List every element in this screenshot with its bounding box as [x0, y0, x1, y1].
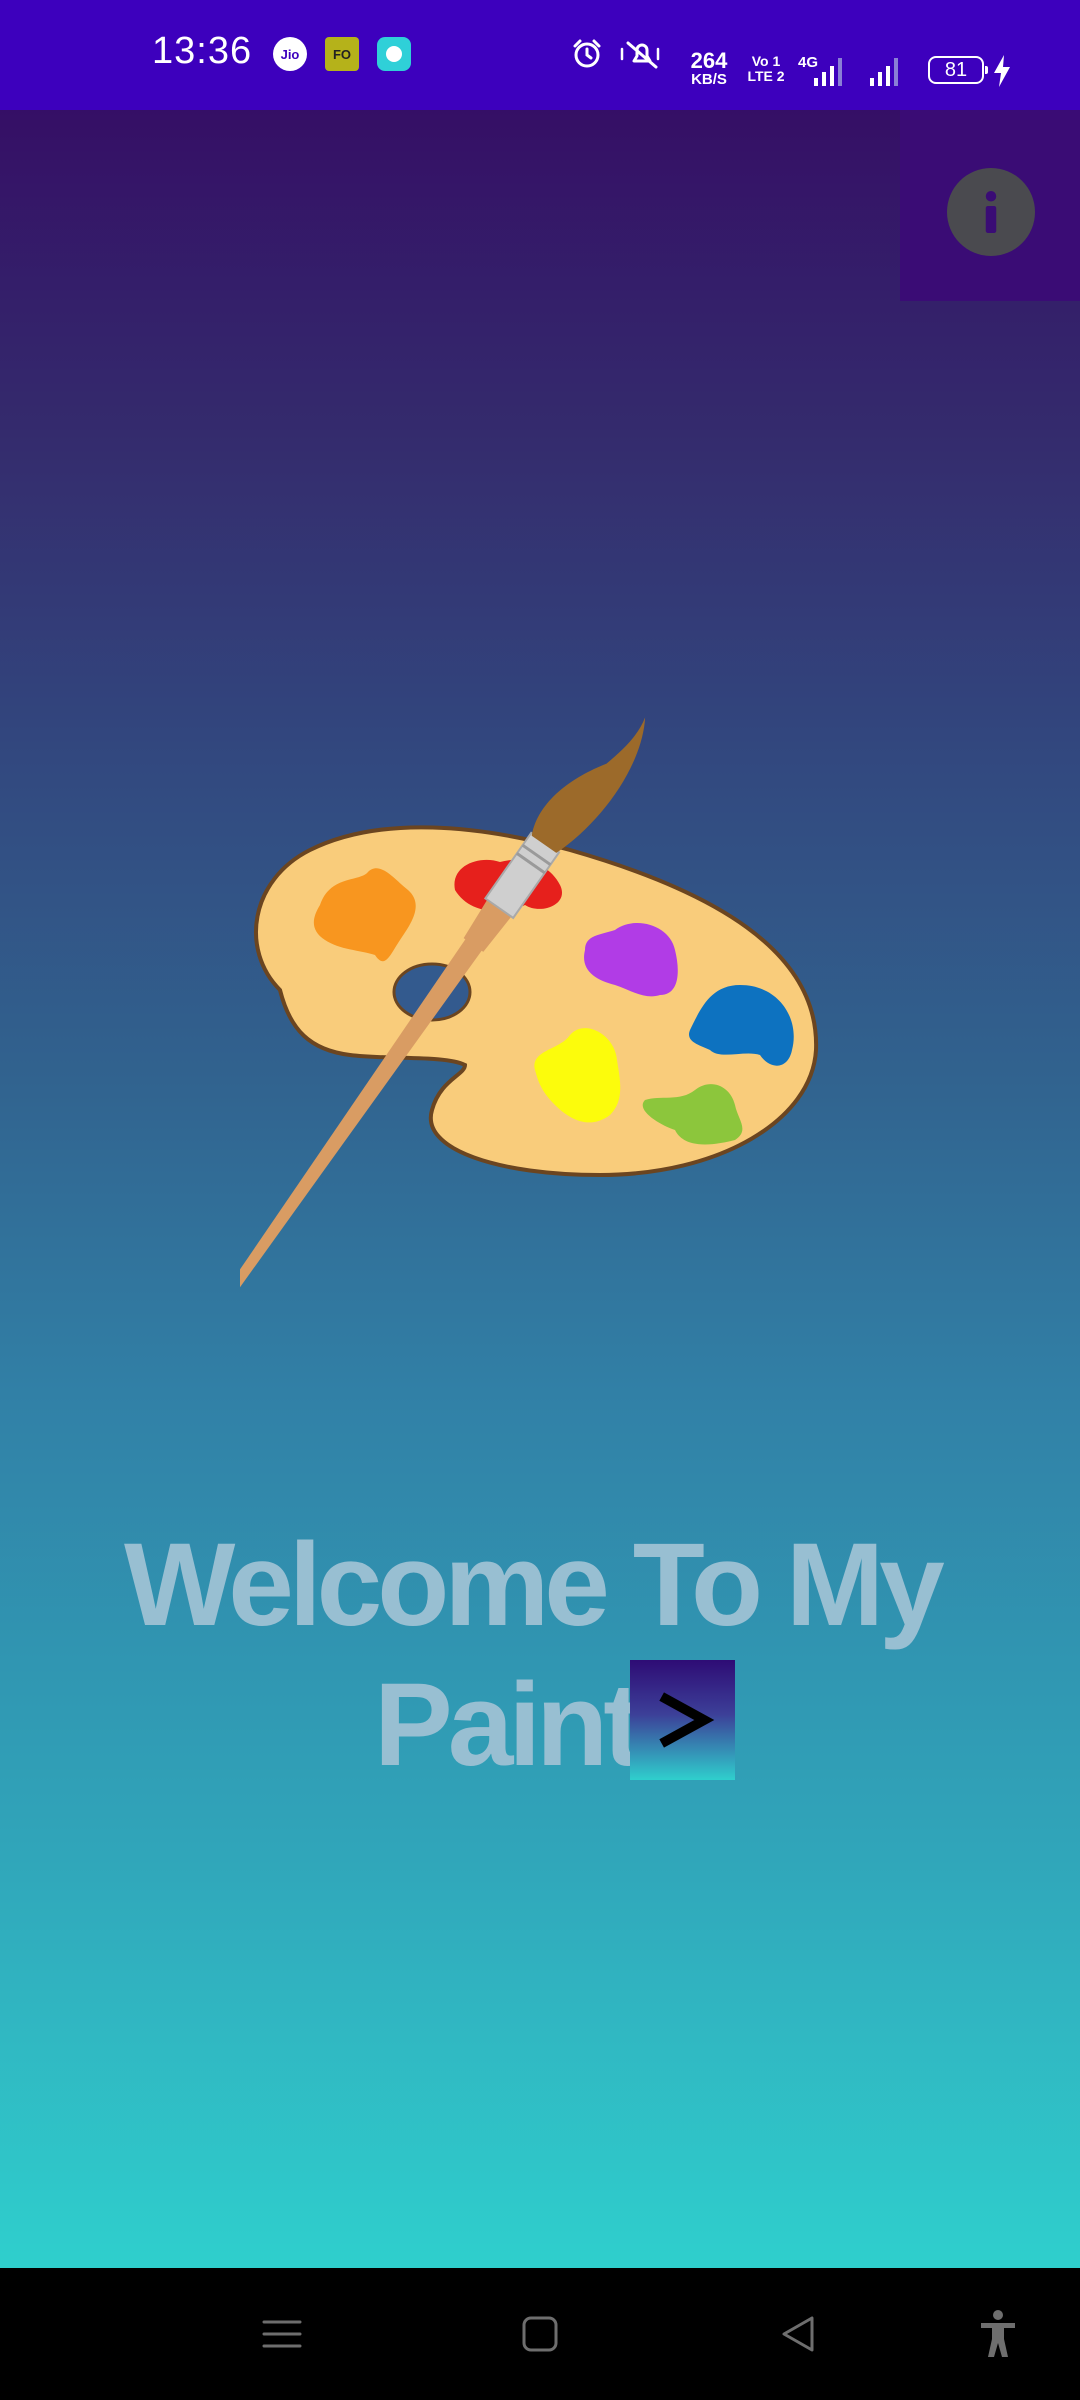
jio-notification-icon: Jio	[273, 37, 307, 71]
battery-level: 81	[944, 58, 968, 81]
menu-button[interactable]	[252, 2304, 312, 2364]
volte-line2: LTE 2	[747, 68, 785, 84]
brush-bristles	[531, 717, 646, 853]
alarm-icon	[573, 39, 601, 68]
welcome-line2: Paint	[374, 1659, 642, 1791]
network-speed: 264 KB/S	[684, 50, 734, 88]
navigation-bar	[0, 2268, 1080, 2400]
status-time: 13:36	[152, 30, 253, 72]
volte-line1: Vo 1	[751, 53, 781, 69]
info-panel	[900, 110, 1080, 301]
accessibility-icon	[981, 2310, 1015, 2357]
next-button[interactable]	[630, 1660, 735, 1780]
paint-palette-illustration	[240, 717, 819, 1292]
mute-icon	[620, 41, 660, 69]
signal-icon	[814, 58, 842, 86]
chat-notification-icon	[377, 37, 411, 71]
charging-icon	[994, 55, 1010, 87]
battery-icon: 81	[928, 56, 988, 84]
back-button[interactable]	[768, 2304, 828, 2364]
menu-icon	[262, 2320, 302, 2348]
home-button[interactable]	[510, 2304, 570, 2364]
main-content: Welcome To My Paint	[0, 110, 1080, 2268]
chevron-right-icon	[658, 1692, 714, 1748]
info-button[interactable]	[947, 168, 1035, 256]
app-screen: 13:36 Jio FO 264 KB/S Vo 1 LTE 2 4G 81 W…	[0, 0, 1080, 2400]
signal-icon	[870, 58, 898, 86]
net-speed-value: 264	[690, 48, 728, 73]
status-bar: 13:36 Jio FO 264 KB/S Vo 1 LTE 2 4G 81	[0, 0, 1080, 110]
volte-indicator: Vo 1 LTE 2	[746, 54, 786, 84]
net-speed-unit: KB/S	[691, 71, 727, 88]
fo-notification-icon: FO	[325, 37, 359, 71]
welcome-line1: Welcome To My	[124, 1519, 945, 1651]
info-icon	[985, 191, 997, 233]
accessibility-button[interactable]	[968, 2304, 1028, 2364]
home-icon	[522, 2316, 558, 2352]
back-icon	[782, 2316, 814, 2352]
